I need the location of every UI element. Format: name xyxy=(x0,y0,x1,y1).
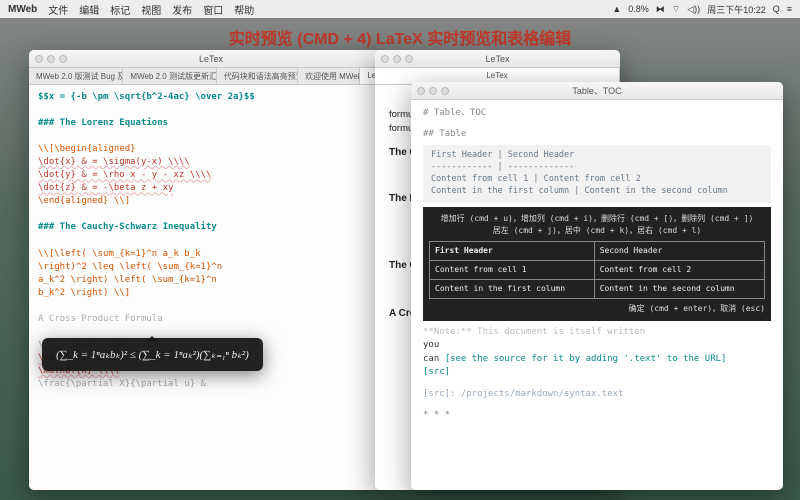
menu-edit[interactable]: 编辑 xyxy=(79,2,99,17)
menu-mark[interactable]: 标记 xyxy=(110,2,130,17)
window-title: LeTex xyxy=(485,54,509,64)
link[interactable]: [src] xyxy=(423,366,771,380)
tab-bar[interactable]: MWeb 2.0 版测试 Bug 及... MWeb 2.0 测试版更新汇总 代… xyxy=(29,68,393,85)
note: **Note:** This document is itself writte… xyxy=(423,326,771,340)
table-cell[interactable]: Content in the second column xyxy=(594,279,764,298)
zoom-icon[interactable] xyxy=(441,87,449,95)
close-icon[interactable] xyxy=(35,55,43,63)
table-cell[interactable]: Second Header xyxy=(594,241,764,260)
editor-pane[interactable]: $$x = {-b \pm \sqrt{b^2-4ac} \over 2a}$$… xyxy=(29,85,393,490)
h2: ## Table xyxy=(423,128,771,142)
tab[interactable]: MWeb 2.0 测试版更新汇总 xyxy=(123,68,216,84)
shortcut-hint: 居左 (cmd + j)，居中 (cmd + k)，居右 (cmd + l) xyxy=(429,225,765,237)
menu-view[interactable]: 视图 xyxy=(141,2,161,17)
minimize-icon[interactable] xyxy=(429,87,437,95)
table-cell[interactable]: Content from cell 1 xyxy=(430,260,595,279)
volume-icon[interactable]: ◁)) xyxy=(687,4,700,15)
tab[interactable]: MWeb 2.0 版测试 Bug 及... xyxy=(29,68,123,84)
hr: * * * xyxy=(423,409,771,423)
tab[interactable]: 代码块和语法高亮预览 xyxy=(217,68,298,84)
tab[interactable]: 欢迎使用 MWeb xyxy=(298,68,360,84)
editor-window[interactable]: LeTex MWeb 2.0 版测试 Bug 及... MWeb 2.0 测试版… xyxy=(29,50,393,490)
table-edit-overlay: 增加行 (cmd + u)，增加列 (cmd + i)，删除行 (cmd + [… xyxy=(423,207,771,321)
zoom-icon[interactable] xyxy=(59,55,67,63)
table-window[interactable]: Table、TOC # Table、TOC ## Table First Hea… xyxy=(411,82,783,490)
note: can [see the source for it by adding '.t… xyxy=(423,353,771,367)
app-name[interactable]: MWeb xyxy=(8,4,37,15)
ref: [src]: /projects/markdown/syntax.text xyxy=(423,388,771,402)
wifi-icon[interactable]: ▲ xyxy=(612,4,621,14)
titlebar[interactable]: Table、TOC xyxy=(411,82,783,100)
titlebar[interactable]: LeTex xyxy=(375,50,620,68)
table-edit-pane[interactable]: # Table、TOC ## Table First Header | Seco… xyxy=(411,100,783,490)
latex-formula: (∑_k = 1ⁿaₖbₖ)² ≤ (∑_k = 1ⁿaₖ²)(∑ₖ₌₁ⁿ bₖ… xyxy=(56,349,249,361)
menu-icon[interactable]: ≡ xyxy=(787,4,792,14)
minimize-icon[interactable] xyxy=(47,55,55,63)
table-cell[interactable]: First Header xyxy=(430,241,595,260)
table-cell[interactable]: Content from cell 2 xyxy=(594,260,764,279)
battery-pct: 0.8% xyxy=(628,4,649,14)
table-cell[interactable]: Content in the first column xyxy=(430,279,595,298)
edit-table[interactable]: First HeaderSecond Header Content from c… xyxy=(429,241,765,299)
titlebar[interactable]: LeTex xyxy=(29,50,393,68)
menu-help[interactable]: 帮助 xyxy=(234,2,254,17)
menu-publish[interactable]: 发布 xyxy=(172,2,192,17)
zoom-icon[interactable] xyxy=(405,55,413,63)
link[interactable]: [see the source for it by adding '.text'… xyxy=(445,354,727,364)
close-icon[interactable] xyxy=(417,87,425,95)
minimize-icon[interactable] xyxy=(393,55,401,63)
shortcut-hint: 确定 (cmd + enter)，取消 (esc) xyxy=(429,303,765,315)
bluetooth-icon[interactable]: ⧓ xyxy=(656,4,665,15)
search-icon[interactable]: Q xyxy=(773,4,780,14)
wifi-icon[interactable]: ⌔ xyxy=(672,4,680,15)
close-icon[interactable] xyxy=(381,55,389,63)
menu-file[interactable]: 文件 xyxy=(48,2,68,17)
table-source[interactable]: First Header | Second Header -----------… xyxy=(423,145,771,203)
window-title: Table、TOC xyxy=(572,84,621,97)
menubar: MWeb 文件 编辑 标记 视图 发布 窗口 帮助 ▲ 0.8% ⧓ ⌔ ◁))… xyxy=(0,0,800,18)
latex-preview-tooltip: (∑_k = 1ⁿaₖbₖ)² ≤ (∑_k = 1ⁿaₖ²)(∑ₖ₌₁ⁿ bₖ… xyxy=(42,338,263,371)
h1: # Table、TOC xyxy=(423,107,771,121)
clock[interactable]: 周三下午10:22 xyxy=(707,3,766,16)
window-title: LeTex xyxy=(199,54,223,64)
shortcut-hint: 增加行 (cmd + u)，增加列 (cmd + i)，删除行 (cmd + [… xyxy=(429,213,765,225)
note: you xyxy=(423,339,771,353)
menu-window[interactable]: 窗口 xyxy=(203,2,223,17)
